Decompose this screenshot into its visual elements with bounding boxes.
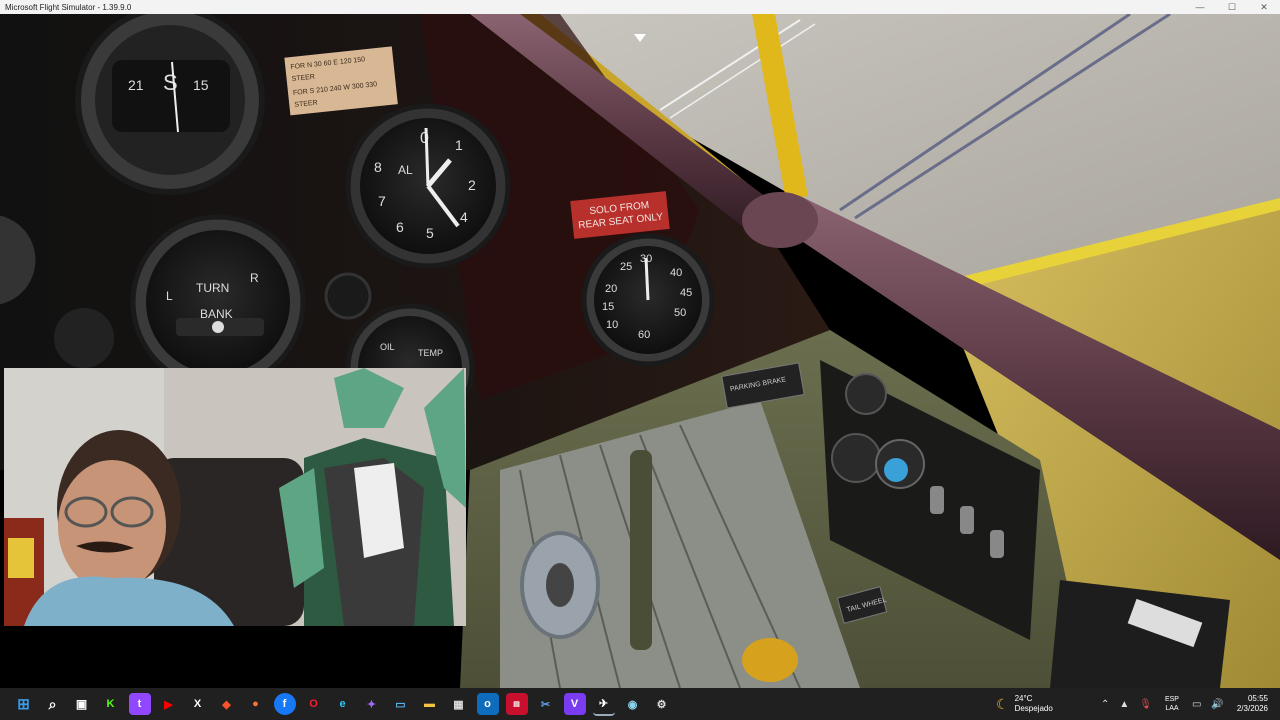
twitch-icon[interactable]: t [128, 693, 151, 715]
svg-text:2: 2 [468, 177, 476, 193]
brave-icon[interactable]: ◆ [216, 693, 238, 715]
svg-text:TURN: TURN [196, 281, 229, 295]
svg-text:21: 21 [128, 77, 144, 93]
taskbar-apps: ⊞ ⌕ ▣ K t ▶ X ◆ ● f O e ✦ ▭ ▬ ▦ o ▤ ✂ V … [0, 692, 676, 716]
firefox-icon[interactable]: ● [245, 693, 267, 715]
vpn-icon[interactable]: V [563, 693, 586, 715]
file-explorer-icon[interactable]: ▬ [419, 693, 441, 715]
x-icon[interactable]: X [187, 693, 209, 715]
compass-gauge: 21 S 15 [75, 14, 265, 195]
svg-text:15: 15 [602, 301, 614, 313]
language-indicator[interactable]: ESP LAA [1165, 695, 1179, 713]
weather-temp: 24°C [1014, 694, 1033, 703]
svg-text:AL: AL [398, 163, 413, 177]
windows-taskbar: ⊞ ⌕ ▣ K t ▶ X ◆ ● f O e ✦ ▭ ▬ ▦ o ▤ ✂ V … [0, 688, 1280, 720]
svg-text:50: 50 [674, 307, 686, 319]
network-icon[interactable]: ▭ [1192, 699, 1201, 710]
settings-icon[interactable]: ⚙ [651, 693, 673, 715]
turn-bank-gauge: L TURN R BANK [130, 214, 306, 390]
window-titlebar: Microsoft Flight Simulator - 1.39.9.0 — … [0, 0, 1280, 14]
svg-text:4: 4 [460, 209, 468, 225]
chat-icon[interactable]: ◉ [622, 693, 644, 715]
svg-text:45: 45 [680, 287, 692, 299]
svg-text:OIL: OIL [380, 342, 395, 352]
weather-condition: Despejado [1014, 704, 1053, 713]
snip-tool-icon[interactable]: ✂ [535, 693, 557, 715]
svg-text:6: 6 [396, 219, 404, 235]
store-icon[interactable]: ▦ [448, 693, 470, 715]
window-title: Microsoft Flight Simulator - 1.39.9.0 [5, 2, 132, 12]
minimize-button[interactable]: — [1184, 0, 1216, 14]
altimeter-gauge: 0 1 2 4 5 6 7 8 AL [345, 103, 511, 269]
manifold-pressure-gauge: 25 30 40 45 20 50 15 10 60 [581, 233, 715, 367]
svg-text:5: 5 [426, 225, 434, 241]
task-view-icon[interactable]: ▣ [71, 693, 93, 715]
webcam-overlay [4, 368, 466, 626]
windows-start-icon[interactable]: ⊞ [13, 693, 35, 715]
svg-text:10: 10 [606, 319, 618, 331]
app-tray-icon[interactable]: ▲ [1119, 699, 1129, 710]
webcam-feed [4, 368, 466, 626]
svg-text:R: R [250, 271, 259, 285]
close-button[interactable]: ✕ [1248, 0, 1280, 14]
svg-text:L: L [166, 289, 173, 303]
search-icon[interactable]: ⌕ [42, 693, 64, 715]
clock-date: 2/3/2026 [1236, 704, 1268, 713]
svg-text:15: 15 [193, 77, 209, 93]
facebook-icon[interactable]: f [273, 693, 296, 715]
svg-text:25: 25 [620, 261, 632, 273]
svg-text:40: 40 [670, 267, 682, 279]
microphone-icon[interactable]: 🎙 [1139, 699, 1152, 710]
compass-correction-card: FOR N 30 60 E 120 150 STEER FOR S 210 24… [284, 46, 398, 116]
svg-text:20: 20 [605, 283, 617, 295]
svg-text:8: 8 [374, 159, 382, 175]
outlook-icon[interactable]: o [476, 693, 499, 715]
svg-text:60: 60 [638, 329, 650, 341]
copilot-icon[interactable]: ✦ [361, 693, 383, 715]
flight-sim-icon[interactable]: ✈ [592, 692, 615, 716]
weather-widget[interactable]: ☾ 24°C Despejado [996, 688, 1053, 720]
svg-text:7: 7 [378, 193, 386, 209]
opera-icon[interactable]: O [303, 693, 325, 715]
youtube-icon[interactable]: ▶ [158, 693, 180, 715]
volume-icon[interactable]: 🔊 [1211, 699, 1223, 710]
window-controls: — ☐ ✕ [1184, 0, 1280, 14]
clock-time: 05:55 [1247, 694, 1268, 703]
system-tray: ⌃ ▲ 🎙 ESP LAA ▭ 🔊 05:55 2/3/2026 [1096, 688, 1280, 720]
kick-icon[interactable]: K [100, 693, 122, 715]
chevron-up-icon[interactable]: ⌃ [1101, 699, 1109, 710]
remote-desktop-icon[interactable]: ▭ [390, 693, 412, 715]
moon-icon: ☾ [996, 695, 1009, 712]
edge-icon[interactable]: e [332, 693, 354, 715]
svg-text:TEMP: TEMP [418, 348, 443, 358]
clock[interactable]: 05:55 2/3/2026 [1237, 694, 1268, 714]
svg-text:1: 1 [455, 137, 463, 153]
news-icon[interactable]: ▤ [505, 693, 528, 715]
maximize-button[interactable]: ☐ [1216, 0, 1248, 14]
